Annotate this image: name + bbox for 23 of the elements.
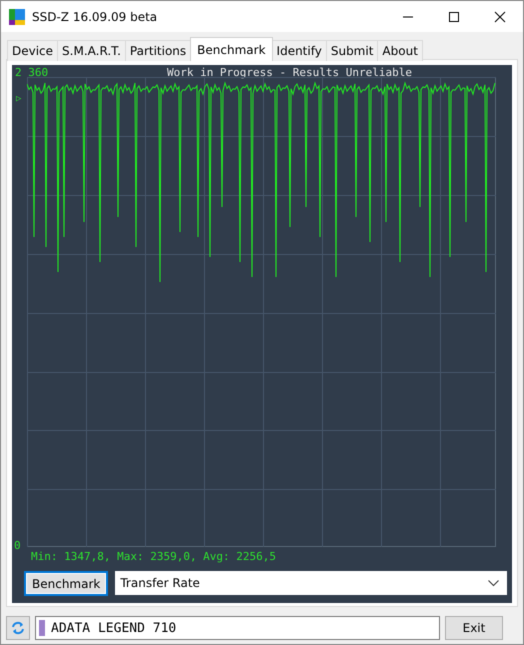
tab[interactable]: S.M.A.R.T.	[57, 40, 126, 61]
refresh-button[interactable]	[6, 616, 30, 640]
tab[interactable]: Device	[7, 40, 58, 61]
chevron-down-icon	[488, 580, 499, 586]
tab[interactable]: Partitions	[124, 40, 192, 61]
tab[interactable]: Identify	[272, 40, 327, 61]
close-icon[interactable]	[494, 10, 506, 22]
tab[interactable]: About	[377, 40, 423, 61]
mode-dropdown[interactable]: Transfer Rate	[115, 571, 507, 595]
exit-button[interactable]: Exit	[445, 616, 503, 640]
refresh-icon	[11, 621, 25, 635]
y-min-label: 0	[14, 539, 21, 552]
benchmark-button[interactable]: Benchmark	[24, 571, 108, 596]
y-max-label: 2 360	[15, 66, 48, 79]
tab[interactable]: Submit	[326, 40, 378, 61]
window-title: SSD-Z 16.09.09 beta	[32, 10, 158, 24]
stats-text: Min: 1347,8, Max: 2359,0, Avg: 2256,5	[31, 550, 276, 563]
app-logo-icon	[9, 8, 25, 24]
chart-title: Work in Progress - Results Unreliable	[166, 66, 412, 79]
marker-glyph: ▷	[16, 94, 22, 104]
drive-field[interactable]: ADATA LEGEND 710	[35, 616, 440, 640]
maximize-icon[interactable]	[448, 10, 460, 22]
tab[interactable]: Benchmark	[190, 37, 273, 61]
